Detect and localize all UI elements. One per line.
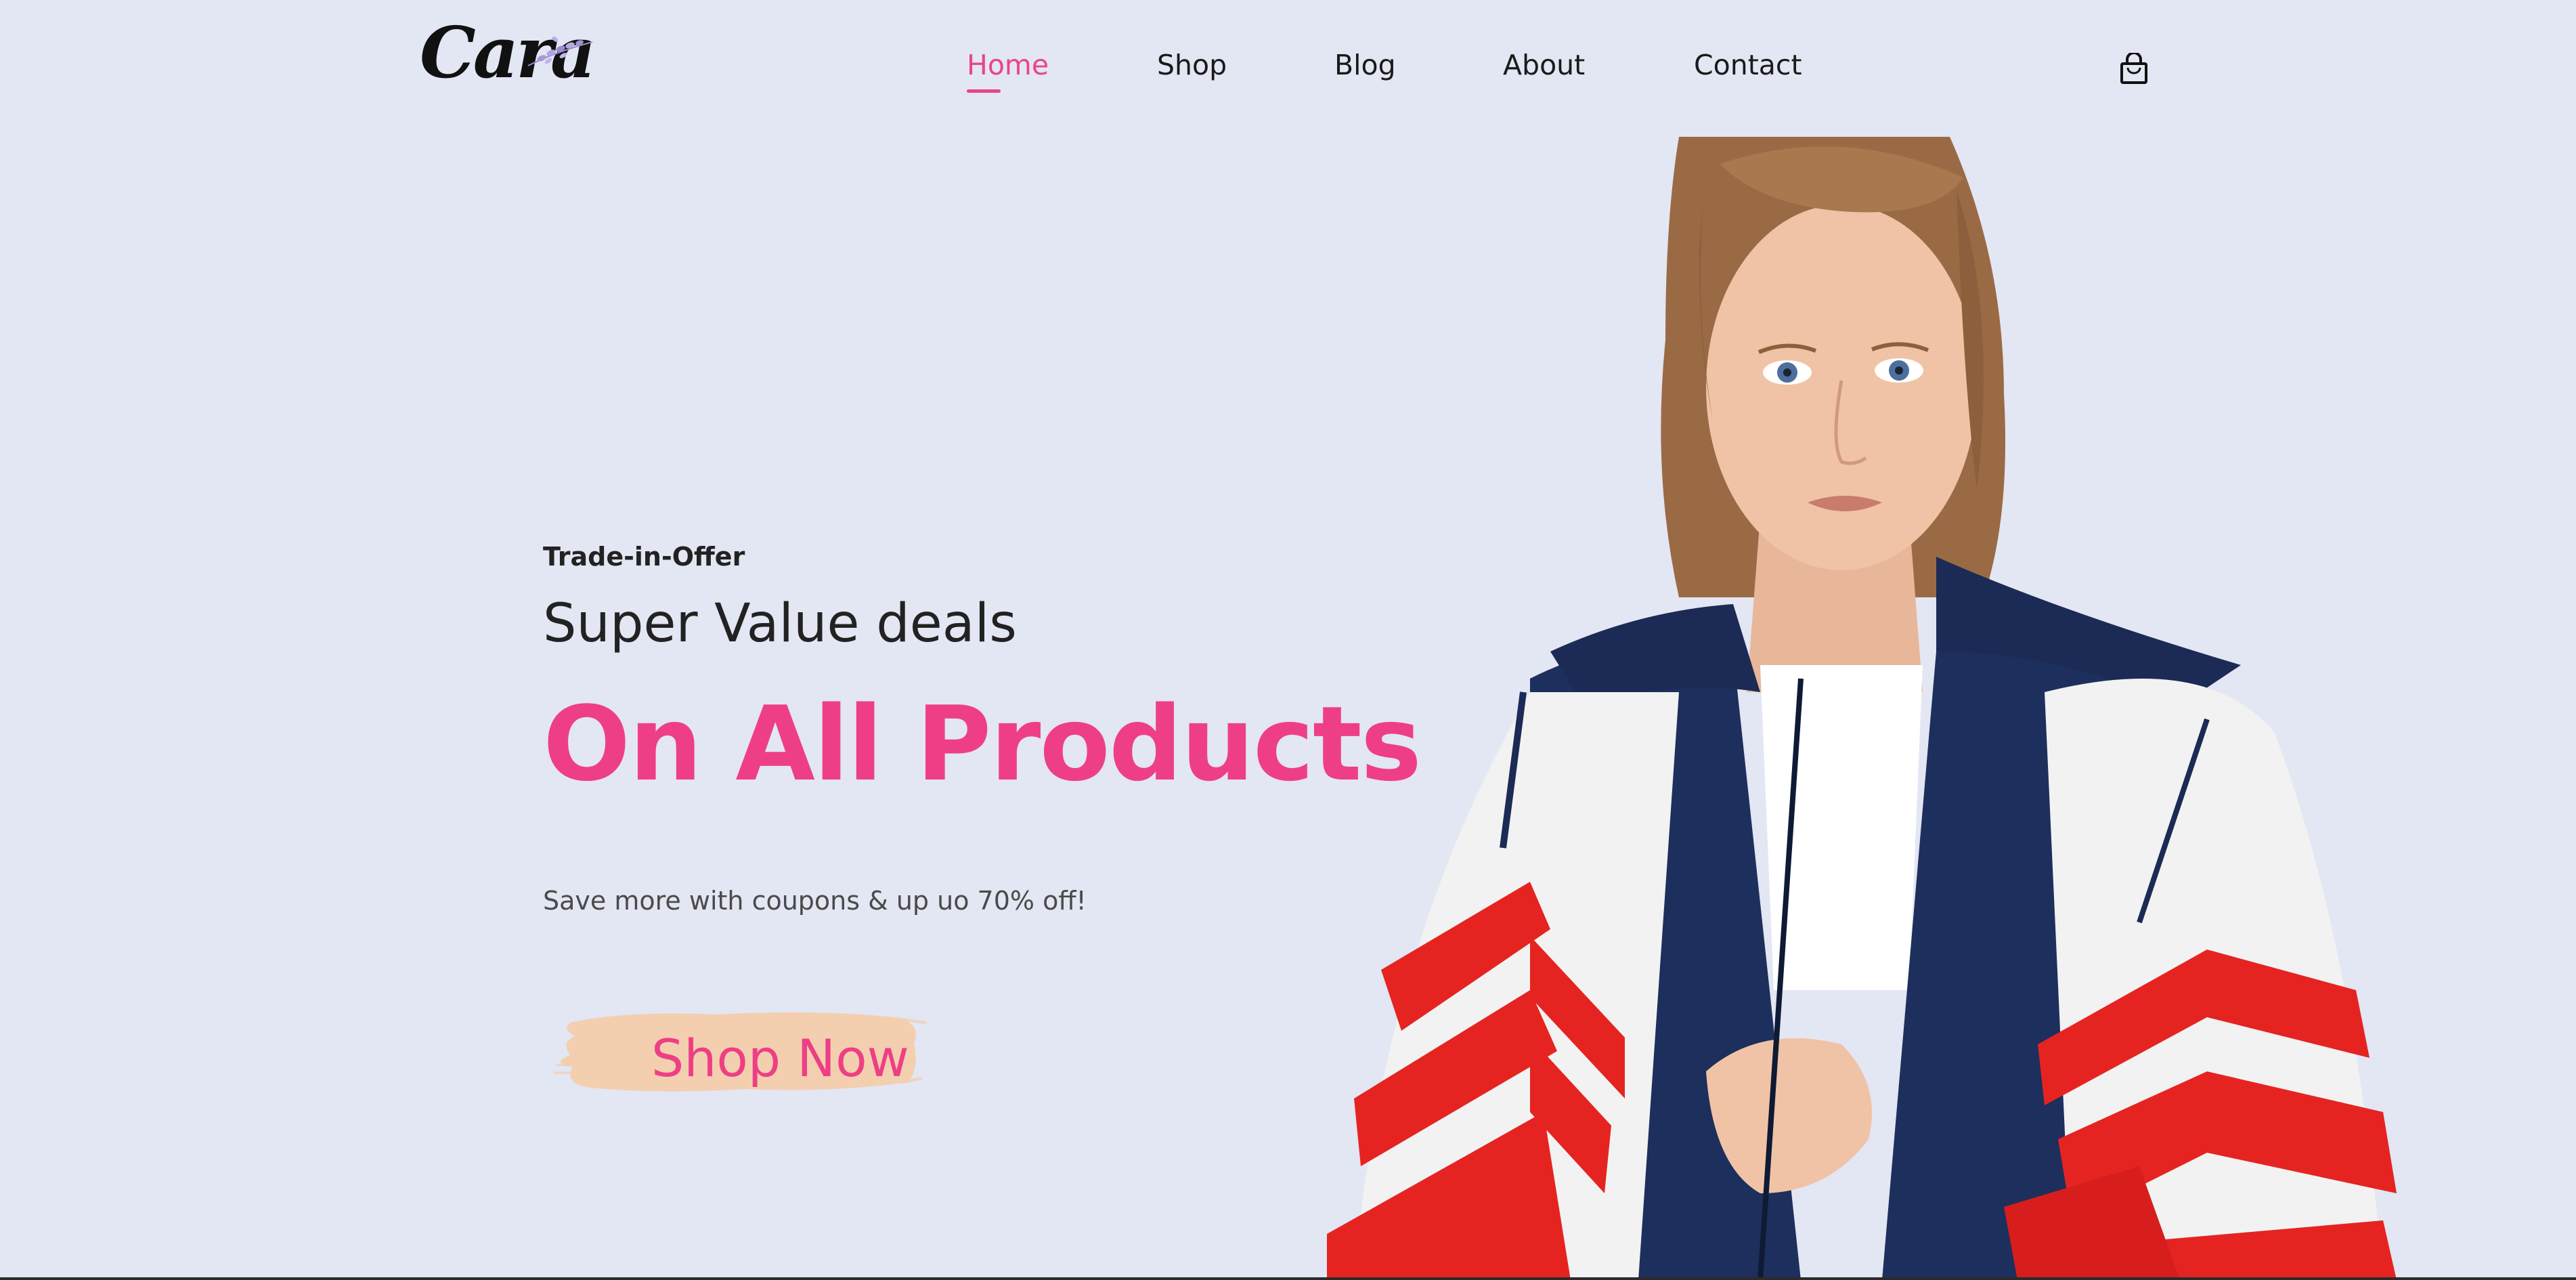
hero-headline: On All Products (543, 684, 1422, 804)
site-header: Cara Home Shop Blog About Contact (0, 0, 2576, 137)
cart-button[interactable] (2119, 51, 2149, 85)
nav-item-label: Contact (1694, 49, 1802, 81)
lavender-sprig-icon (527, 37, 593, 66)
nav-item-shop[interactable]: Shop (1157, 49, 1227, 82)
shop-now-label: Shop Now (651, 1028, 909, 1088)
shop-now-button[interactable]: Shop Now (543, 1002, 936, 1104)
hero-model-image (1327, 137, 2397, 1280)
nav-item-home[interactable]: Home (967, 49, 1049, 93)
bottom-border (0, 1277, 2576, 1280)
active-nav-underline (967, 89, 1001, 93)
hero-description: Save more with coupons & up uo 70% off! (543, 886, 1087, 916)
nav-item-label: Shop (1157, 49, 1227, 81)
logo[interactable]: Cara (420, 18, 596, 102)
hero-subtitle: Super Value deals (543, 593, 1017, 654)
nav-item-label: About (1503, 49, 1586, 81)
page: Cara Home Shop Blog About Contact Trade-… (0, 0, 2576, 1280)
nav-item-about[interactable]: About (1503, 49, 1585, 82)
nav-item-label: Home (967, 49, 1049, 81)
hero-eyebrow: Trade-in-Offer (543, 542, 745, 572)
nav-item-label: Blog (1334, 49, 1396, 81)
shopping-bag-icon (2120, 51, 2147, 84)
nav-item-contact[interactable]: Contact (1694, 49, 1802, 82)
nav-item-blog[interactable]: Blog (1334, 49, 1396, 82)
